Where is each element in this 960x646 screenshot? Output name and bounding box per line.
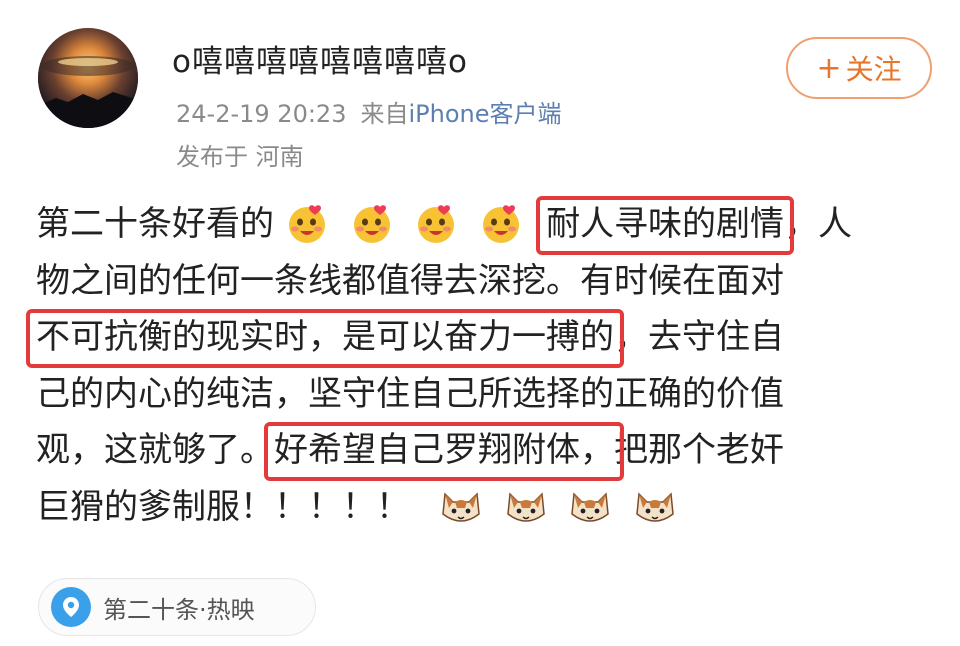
content-line: 己的内心的纯洁，坚守住自己所选择的正确的价值 [36,373,784,414]
plus-icon: + [816,50,842,86]
cat-emoji-icon [506,491,545,522]
content-line: 巨猾的爹制服！！！！！ [36,479,936,536]
post-content: 第二十条好看的 耐人寻味的剧情，人 物之间的任何一条线都值得去深挖。有时候在面对… [26,196,936,536]
post-timestamp: 24-2-19 20:23 [176,100,347,128]
follow-button[interactable]: + 关注 [786,37,932,99]
content-text: 第二十条好看的 [36,204,274,244]
post-source-device[interactable]: iPhone客户端 [408,100,561,128]
cat-emoji-icon [571,491,610,522]
avatar[interactable] [38,28,138,128]
follow-label: 关注 [845,53,902,86]
highlight-box: 耐人寻味的剧情 [536,196,795,254]
post-location: 发布于 河南 [176,143,304,171]
content-text: 把那个老奸 [614,430,784,470]
highlight-box: 好希望自己罗翔附体， [264,422,624,480]
highlight-box: 不可抗衡的现实时，是可以奋力一搏的 [26,309,624,367]
topic-tag[interactable]: 第二十条·热映 [38,578,316,636]
topic-label: 第二十条·热映 [103,595,255,624]
content-text: 巨猾的爹制服！！！！！ [36,486,410,527]
content-text: ，人 [784,204,853,244]
blushing-emoji-icon [353,205,390,243]
cat-emoji-icon [636,491,675,522]
content-line: 物之间的任何一条线都值得去深挖。有时候在面对 [36,260,784,301]
content-text: ，去守住自 [614,317,784,357]
content-line: 第二十条好看的 耐人寻味的剧情，人 [36,196,936,254]
location-topic-icon [51,587,91,627]
post-source-prefix: 来自 [360,100,409,128]
blushing-emoji-icon [483,205,520,243]
blushing-emoji-icon [288,205,325,243]
blushing-emoji-icon [418,205,455,243]
username[interactable]: o嘻嘻嘻嘻嘻嘻嘻嘻o [172,36,468,81]
post-meta: 24-2-19 20:23 来自iPhone客户端 [176,94,561,129]
content-line: 不可抗衡的现实时，是可以奋力一搏的，去守住自 [26,309,936,367]
cat-emoji-icon [442,491,480,522]
content-text: 观，这就够了。 [36,430,274,470]
avatar-sunset-image [38,28,138,128]
content-line: 观，这就够了。好希望自己罗翔附体，把那个老奸 [36,422,936,480]
